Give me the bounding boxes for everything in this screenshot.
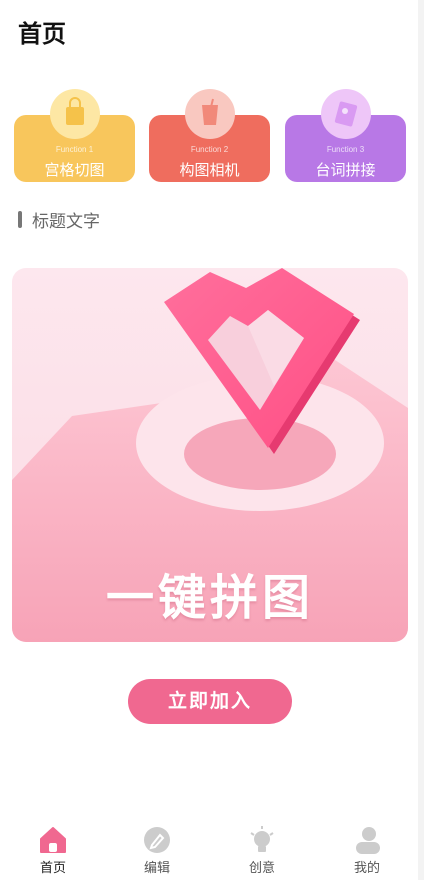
bottom-tab-bar: 首页 编辑 创意 我的 <box>0 815 424 880</box>
bag-icon <box>49 89 100 139</box>
tab-mine[interactable]: 我的 <box>332 815 402 876</box>
function-card-lines-stitch[interactable]: Function 3 台词拼接 <box>285 89 406 182</box>
function-name: 台词拼接 <box>315 161 376 179</box>
tab-edit[interactable]: 编辑 <box>122 815 192 876</box>
banner-title: 一键拼图 <box>105 570 314 626</box>
tab-label: 编辑 <box>143 861 170 876</box>
home-icon <box>38 825 68 855</box>
tab-creative[interactable]: 创意 <box>227 815 297 876</box>
section-title: 标题文字 <box>32 212 100 232</box>
function-sub-label: Function 2 <box>190 145 229 154</box>
tab-home[interactable]: 首页 <box>18 815 88 876</box>
function-card-composition-camera[interactable]: Function 2 构图相机 <box>149 89 270 182</box>
edit-icon <box>142 825 172 855</box>
cup-icon <box>184 89 235 139</box>
tab-label: 创意 <box>248 861 275 876</box>
tab-label: 我的 <box>353 861 380 876</box>
page-title: 首页 <box>18 20 66 48</box>
scrollbar-track[interactable] <box>418 0 424 880</box>
section-header: 标题文字 <box>18 207 100 232</box>
function-sub-label: Function 3 <box>326 145 365 154</box>
user-icon <box>352 825 382 855</box>
card-icon <box>320 89 371 139</box>
join-now-button[interactable]: 立即加入 <box>128 679 292 724</box>
tab-label: 首页 <box>39 861 66 876</box>
function-sub-label: Function 1 <box>55 145 94 154</box>
lightbulb-icon <box>247 825 277 855</box>
function-card-grid-cut[interactable]: Function 1 宫格切图 <box>14 89 135 182</box>
section-bar <box>18 211 22 228</box>
banner-one-click-collage[interactable]: 一键拼图 <box>12 268 408 642</box>
function-name: 宫格切图 <box>44 161 105 179</box>
function-name: 构图相机 <box>179 161 240 179</box>
